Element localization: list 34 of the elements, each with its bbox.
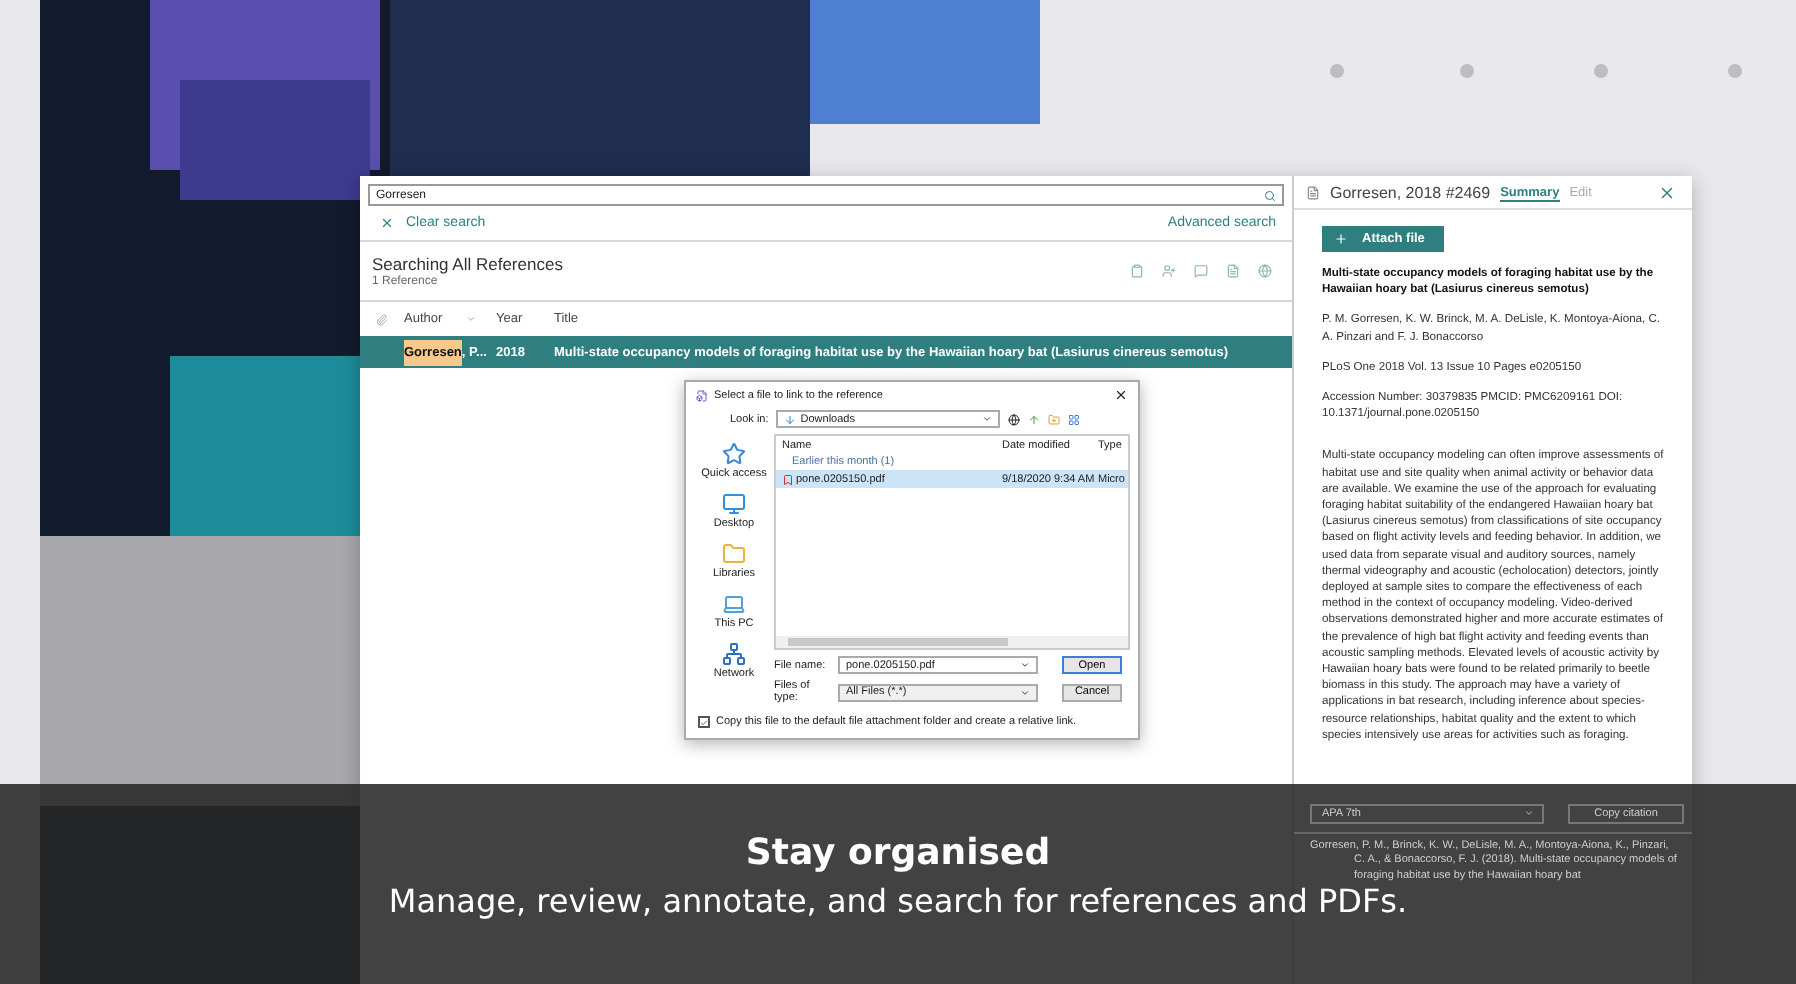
place-icon <box>722 492 746 516</box>
document-icon[interactable] <box>1226 264 1240 278</box>
globe-icon[interactable] <box>1258 264 1272 278</box>
checkbox[interactable] <box>698 716 710 728</box>
dot-decoration <box>1330 64 1344 78</box>
chevron-down-icon <box>1524 808 1534 818</box>
chevron-down-icon[interactable] <box>465 314 475 324</box>
comment-icon[interactable] <box>1194 264 1208 278</box>
download-arrow-icon <box>784 413 797 425</box>
panel-title: Gorresen, 2018 #2469 <box>1330 184 1491 202</box>
chevron-down-icon <box>1020 687 1030 697</box>
clipboard-icon[interactable] <box>1130 264 1144 278</box>
dot-decoration <box>1594 64 1608 78</box>
dot-decoration <box>1728 64 1742 78</box>
place-icon <box>722 592 746 616</box>
place-icon <box>722 542 746 566</box>
chevron-down-icon <box>982 414 993 424</box>
new-folder-icon[interactable] <box>1048 413 1061 425</box>
caption-title: Stay organised <box>745 832 1051 874</box>
close-icon[interactable] <box>1114 388 1128 402</box>
document-icon <box>1306 186 1320 200</box>
place-icon <box>721 642 746 666</box>
close-icon <box>380 216 394 230</box>
place-icon <box>722 442 746 466</box>
caption-text: Manage, review, annotate, and search for references and PDFs. <box>388 882 1408 920</box>
chevron-down-icon <box>1020 660 1030 670</box>
search-icon <box>1264 189 1276 201</box>
results-title: Searching All References <box>372 254 563 274</box>
paperclip-icon <box>376 313 388 325</box>
user-plus-icon[interactable] <box>1162 264 1176 278</box>
plus-icon <box>1334 232 1348 246</box>
up-folder-icon[interactable] <box>1028 413 1041 425</box>
dot-decoration <box>1460 64 1474 78</box>
view-menu-icon[interactable] <box>1068 413 1081 425</box>
